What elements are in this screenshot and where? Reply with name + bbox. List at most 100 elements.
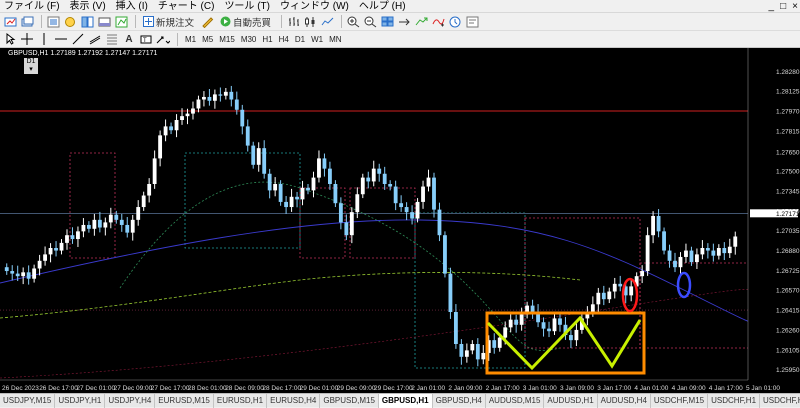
timeframe-h1[interactable]: H1 <box>259 33 275 46</box>
chart-tab[interactable]: GBPUSD,H1 <box>378 394 433 408</box>
minimize-button[interactable]: _ <box>769 0 775 13</box>
chart-tab[interactable]: USDCHF,H4 <box>760 394 800 408</box>
metaeditor-icon[interactable] <box>200 15 214 29</box>
zoom-in-icon[interactable] <box>346 15 360 29</box>
toolbar-separator <box>41 15 42 28</box>
candle-body <box>371 168 376 182</box>
menu-item-5[interactable]: ウィンドウ (W) <box>280 0 349 13</box>
svg-text:T: T <box>143 38 147 44</box>
candle-body <box>284 201 289 208</box>
auto-trade-button[interactable]: 自動売買 <box>217 15 274 29</box>
candle-body <box>453 312 458 344</box>
candle-body <box>360 177 365 195</box>
price-label: 1.27035 <box>776 228 800 235</box>
candle-body <box>481 352 486 360</box>
market-watch-icon[interactable] <box>46 15 60 29</box>
periods-icon[interactable] <box>448 15 462 29</box>
candle-body <box>251 145 256 165</box>
terminal-icon[interactable] <box>97 15 111 29</box>
candle-body <box>349 212 354 236</box>
chart-tab[interactable]: AUDUSD,H1 <box>544 394 598 408</box>
new-chart-icon[interactable] <box>3 15 17 29</box>
candle-body <box>125 224 130 233</box>
candlestick-icon[interactable] <box>303 15 317 29</box>
menu-item-2[interactable]: 挿入 (I) <box>116 0 148 13</box>
horizontal-line-icon[interactable] <box>54 32 68 46</box>
candle-body <box>443 235 447 274</box>
templates-icon[interactable] <box>465 15 479 29</box>
menu-item-6[interactable]: ヘルプ (H) <box>359 0 406 13</box>
chart-tab[interactable]: GBPUSD,H4 <box>433 394 486 408</box>
chart-tab[interactable]: USDJPY,H1 <box>55 394 106 408</box>
vertical-line-icon[interactable] <box>37 32 51 46</box>
crosshair-icon[interactable] <box>20 32 34 46</box>
chart-tab[interactable]: EURUSD,H1 <box>214 394 268 408</box>
timeframe-d1[interactable]: D1 <box>292 33 308 46</box>
candle-body <box>618 283 623 287</box>
chart-tab[interactable]: EURUSD,H4 <box>267 394 321 408</box>
timeframe-m5[interactable]: M5 <box>199 33 216 46</box>
chart-tabs: USDJPY,M15 USDJPY,H1 USDJPY,H4 EURUSD,M15 EU… <box>0 393 800 408</box>
profiles-icon[interactable] <box>20 15 34 29</box>
trendline-icon[interactable] <box>71 32 85 46</box>
candle-body <box>240 109 245 127</box>
candle-body <box>256 148 261 165</box>
candle-body <box>119 219 124 225</box>
candle-body <box>377 168 382 174</box>
tile-windows-icon[interactable] <box>380 15 394 29</box>
new-order-button[interactable]: 新規注文 <box>140 15 197 29</box>
candle-body <box>21 272 26 277</box>
period-box <box>184 152 301 249</box>
zoom-out-icon[interactable] <box>363 15 377 29</box>
candle-body <box>558 318 562 325</box>
arrows-icon[interactable] <box>156 32 170 46</box>
cursor-icon[interactable] <box>3 32 17 46</box>
indicators-icon[interactable] <box>431 15 445 29</box>
chart-tab[interactable]: USDCHF,H1 <box>708 394 761 408</box>
timeframe-badge[interactable]: D1 ▾ <box>24 58 38 74</box>
close-button[interactable]: × <box>792 0 798 13</box>
chart-tab[interactable]: USDJPY,H4 <box>105 394 156 408</box>
restore-button[interactable]: □ <box>780 0 786 13</box>
data-window-icon[interactable] <box>63 15 77 29</box>
candle-body <box>601 292 606 300</box>
timeframe-mn[interactable]: MN <box>326 33 344 46</box>
drawing-toolbar: A T M1 M5 M15 M30 H1 H4 D1 W1 MN <box>0 31 800 48</box>
menu-item-3[interactable]: チャート (C) <box>158 0 215 13</box>
auto-scroll-icon[interactable] <box>414 15 428 29</box>
fibonacci-icon[interactable] <box>105 32 119 46</box>
text-tool-icon[interactable]: A <box>122 32 136 46</box>
candle-body <box>333 184 338 204</box>
tester-icon[interactable] <box>114 15 128 29</box>
candle-body <box>15 273 20 277</box>
bar-chart-icon[interactable] <box>286 15 300 29</box>
candle-body <box>86 224 91 229</box>
channel-icon[interactable] <box>88 32 102 46</box>
line-chart-icon[interactable] <box>320 15 334 29</box>
chart-tab[interactable]: EURUSD,M15 <box>155 394 214 408</box>
chart-shift-icon[interactable] <box>397 15 411 29</box>
navigator-icon[interactable] <box>80 15 94 29</box>
menu-item-1[interactable]: 表示 (V) <box>70 0 106 13</box>
chart-tab[interactable]: GBPUSD,M15 <box>320 394 379 408</box>
ma-line-green <box>0 272 581 319</box>
chart-tab[interactable]: AUDUSD,M15 <box>486 394 545 408</box>
price-label: 1.28125 <box>776 89 800 96</box>
timeframe-m1[interactable]: M1 <box>182 33 199 46</box>
timeframe-h4[interactable]: H4 <box>276 33 292 46</box>
toolbar-separator <box>341 15 343 28</box>
timeframe-m15[interactable]: M15 <box>216 33 238 46</box>
candle-body <box>328 168 332 184</box>
timeframe-m30[interactable]: M30 <box>238 33 260 46</box>
timeframe-w1[interactable]: W1 <box>308 33 326 46</box>
chart-tab[interactable]: USDJPY,M15 <box>0 394 56 408</box>
chart-tab[interactable]: AUDUSD,H4 <box>598 394 651 408</box>
candle-body <box>629 286 634 296</box>
candle-body <box>733 236 738 247</box>
menu-item-0[interactable]: ファイル (F) <box>4 0 60 13</box>
label-tool-icon[interactable]: T <box>139 32 153 46</box>
price-chart[interactable]: GBPUSD,H1 1.27189 1.27192 1.27147 1.2717… <box>0 48 800 393</box>
menu-item-4[interactable]: ツール (T) <box>224 0 270 13</box>
chart-tab[interactable]: USDCHF,M15 <box>651 394 709 408</box>
price-label: 1.27815 <box>776 128 800 135</box>
